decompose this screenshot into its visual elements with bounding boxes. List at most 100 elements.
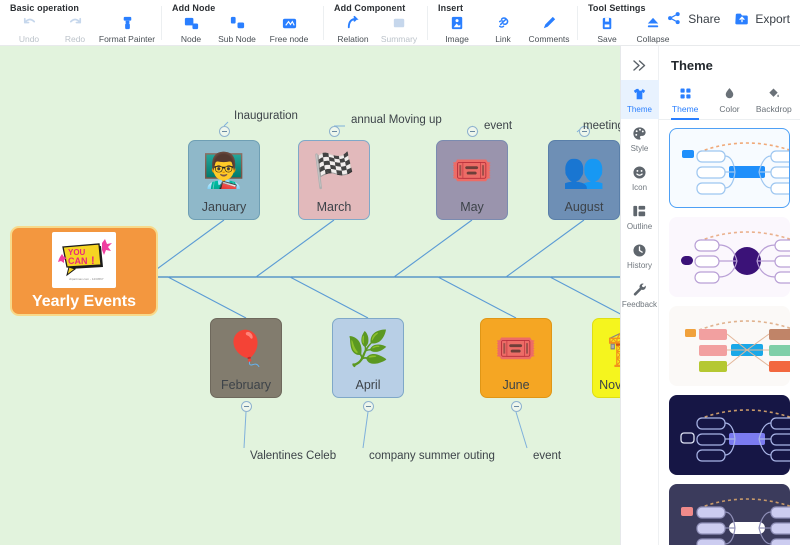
toolbar-button-label: Free node — [269, 34, 309, 44]
node-may[interactable]: 🎟️ May — [436, 140, 508, 220]
relation-icon — [347, 15, 359, 29]
toolbar-button-link[interactable]: Link — [480, 14, 526, 44]
export-folder-icon — [734, 11, 750, 27]
toolbar-groups: Basic operation Undo Redo Format Painter Add… — [0, 0, 682, 46]
sidebar-item-label: Style — [630, 144, 649, 153]
you-can-graphic: YOU CAN ! clipartmax.com - 1234567 — [55, 234, 113, 285]
tab-color[interactable]: Color — [707, 81, 751, 119]
leaf-node-event[interactable]: event — [533, 450, 561, 462]
color-drop-icon — [722, 85, 737, 101]
collapse-toggle-february[interactable] — [241, 401, 252, 412]
redo-arrow-icon — [69, 17, 81, 24]
tab-theme[interactable]: Theme — [663, 81, 707, 120]
sidebar-item-feedback[interactable]: Feedback — [621, 275, 659, 314]
node-august[interactable]: 👥 August — [548, 140, 620, 220]
grid-squares-icon — [680, 88, 691, 98]
sidebar-item-theme[interactable]: Theme — [620, 80, 659, 119]
tab-label: Color — [719, 104, 740, 114]
toolbar-button-undo: Undo — [6, 14, 52, 44]
panel-rail: Theme Style Icon Outline History Feedback — [620, 46, 659, 545]
node-image-june: 🎟️ — [494, 330, 538, 368]
toolbar-button-label: Relation — [337, 34, 369, 44]
toolbar-button-label: Collapse — [636, 34, 670, 44]
format-painter-icon — [119, 15, 136, 32]
panel-collapse-button[interactable] — [621, 50, 659, 80]
toolbar-group-items: Relation Summary — [330, 14, 422, 44]
sidebar-item-history[interactable]: History — [621, 236, 659, 275]
clock-icon — [633, 244, 646, 257]
sidebar-item-outline[interactable]: Outline — [621, 197, 659, 236]
leaf-node-annual-moving-up[interactable]: annual Moving up — [351, 114, 442, 126]
toolbar-button-label: Summary — [380, 34, 418, 44]
node-february[interactable]: 🎈 February — [210, 318, 282, 398]
node-image-april: 🌿 — [346, 330, 390, 368]
svg-text:!: ! — [91, 255, 95, 267]
node-march[interactable]: 🏁 March — [298, 140, 370, 220]
summary-icon — [393, 18, 404, 28]
smiley-icon — [631, 164, 648, 181]
toolbar-export-button[interactable]: Export — [734, 11, 790, 27]
theme-preview — [685, 320, 790, 372]
collapse-toggle-january[interactable] — [219, 126, 230, 137]
theme-thumbnail-purple-radial[interactable] — [669, 217, 790, 297]
panel-title: Theme — [671, 58, 713, 73]
toolbar-button-format-painter[interactable]: Format Painter — [98, 14, 156, 44]
leaf-node-valentines-celeb[interactable]: Valentines Celeb — [250, 450, 336, 462]
collapse-toggle-may[interactable] — [467, 126, 478, 137]
leaf-node-company-summer-outing[interactable]: company summer outing — [369, 450, 495, 462]
toolbar-button-redo: Redo — [52, 14, 98, 44]
theme-thumbnail-classic-blue[interactable] — [669, 128, 790, 208]
toolbar-button-label: Comments — [528, 34, 570, 44]
leaf-node-meeting[interactable]: meeting — [583, 120, 624, 132]
tab-backdrop[interactable]: Backdrop — [752, 81, 796, 119]
sidebar-item-icon[interactable]: Icon — [621, 158, 659, 197]
theme-thumbnail-dark-navy[interactable] — [669, 395, 790, 475]
sidebar-item-style[interactable]: Style — [621, 119, 659, 158]
toolbar-button-comments[interactable]: Comments — [526, 14, 572, 44]
collapse-icon — [645, 15, 662, 32]
leaf-node-inauguration[interactable]: Inauguration — [234, 110, 298, 122]
toolbar-button-save[interactable]: Save — [584, 14, 630, 44]
save-lock-icon — [599, 15, 616, 32]
collapse-toggle-april[interactable] — [363, 401, 374, 412]
root-node-yearly-events[interactable]: YOU CAN ! clipartmax.com - 1234567 Yearl… — [10, 226, 158, 316]
root-node-label: Yearly Events — [31, 292, 137, 310]
node-label: April — [355, 378, 381, 392]
toolbar-button-label: Link — [495, 34, 511, 44]
leaf-node-event[interactable]: event — [484, 120, 512, 132]
toolbar-share-button[interactable]: Share — [667, 11, 720, 27]
toolbar-button-image[interactable]: Image — [434, 14, 480, 44]
image-icon — [451, 16, 462, 30]
panel-tabs: Theme Color Backdrop — [659, 81, 800, 120]
theme-thumbnail-color-blocks[interactable] — [669, 306, 790, 386]
link-icon — [495, 15, 512, 32]
toolbar-button-label: Sub Node — [218, 34, 256, 44]
panel-rail-items: Theme Style Icon Outline History Feedback — [620, 80, 659, 314]
collapse-toggle-march[interactable] — [329, 126, 340, 137]
collapse-icon — [647, 17, 658, 28]
outline-icon — [633, 205, 646, 217]
node-image-august: 👥 — [562, 152, 606, 190]
sidebar-item-label: Outline — [626, 222, 653, 231]
toolbar-button-sub-node[interactable]: Sub Node — [214, 14, 260, 44]
node-june[interactable]: 🎟️ June — [480, 318, 552, 398]
node-april[interactable]: 🌿 April — [332, 318, 404, 398]
toolbar-actions: Share Export — [667, 11, 790, 27]
wrench-icon — [633, 283, 646, 296]
toolbar-button-relation[interactable]: Relation — [330, 14, 376, 44]
toolbar-button-free-node[interactable]: Free node — [260, 14, 318, 44]
sidebar-item-label: History — [627, 261, 652, 270]
toolbar-group-title: Add Component — [334, 3, 406, 13]
toolbar-group-title: Basic operation — [10, 3, 80, 13]
theme-thumbnail-list — [659, 120, 800, 545]
link-icon — [498, 17, 508, 28]
format-painter-icon — [123, 16, 131, 30]
free-node-icon — [281, 15, 298, 32]
double-chevron-right-icon — [633, 59, 646, 71]
theme-thumbnail-dark-slate[interactable] — [669, 484, 790, 545]
toolbar-button-node[interactable]: Node — [168, 14, 214, 44]
node-label: August — [564, 200, 604, 214]
collapse-toggle-june[interactable] — [511, 401, 522, 412]
node-label: February — [220, 378, 272, 392]
node-january[interactable]: 👨‍🏫 January — [188, 140, 260, 220]
